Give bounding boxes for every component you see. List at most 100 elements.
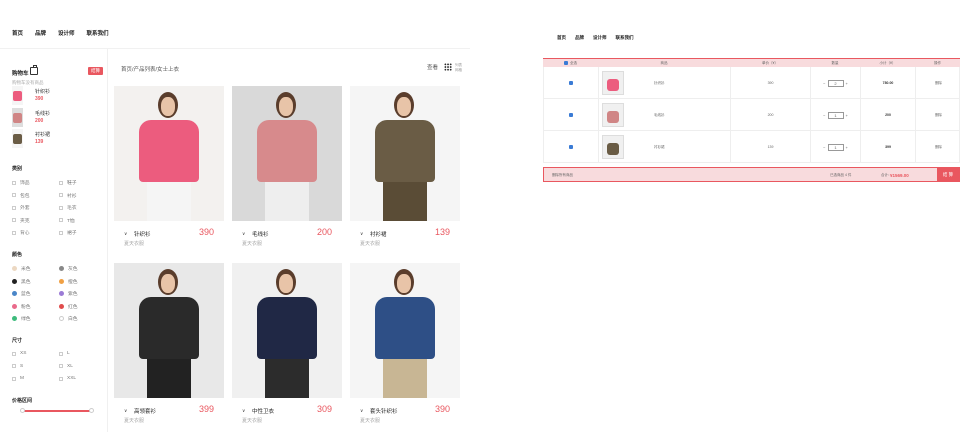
color-option[interactable]: 绿色 (12, 315, 31, 322)
chevron-down-icon[interactable]: ∨ (360, 231, 363, 237)
product-image[interactable] (114, 263, 224, 398)
color-option[interactable]: 粉色 (12, 303, 31, 310)
cart-row-thumb[interactable] (602, 135, 624, 159)
category-option[interactable]: 包包 (12, 192, 30, 199)
decrement-button[interactable]: − (823, 113, 825, 118)
delete-button[interactable]: 删除 (935, 113, 942, 118)
quantity-stepper[interactable]: −2 + (823, 79, 848, 87)
category-option[interactable]: 背心 (12, 229, 30, 236)
color-option[interactable]: 橙色 (59, 278, 78, 285)
product-card[interactable]: ∨ 针织衫 390 夏天衣服 (114, 86, 224, 247)
category-option[interactable]: 外套 (12, 204, 30, 211)
category-option[interactable]: T恤 (59, 217, 75, 224)
product-card[interactable]: ∨ 毛线衫 200 夏天衣服 (232, 86, 342, 247)
checkbox[interactable] (12, 193, 16, 197)
quantity-stepper[interactable]: −1 + (823, 111, 848, 119)
product-card[interactable]: ∨ 高领套衫 399 夏天衣服 (114, 263, 224, 424)
color-option[interactable]: 紫色 (59, 290, 78, 297)
checkout-button[interactable]: 结算 (88, 67, 103, 75)
quantity-input[interactable]: 2 (827, 79, 844, 87)
cart-row-thumb[interactable] (602, 103, 624, 127)
color-option[interactable]: 红色 (59, 303, 78, 310)
cart-item[interactable]: 衬衫裙 139 (12, 129, 84, 149)
nav-designer[interactable]: 设计师 (593, 35, 607, 41)
checkbox[interactable] (12, 230, 16, 235)
color-option[interactable]: 黑色 (12, 278, 31, 285)
size-option[interactable]: S (12, 364, 23, 369)
color-option[interactable]: 灰色 (59, 265, 78, 272)
color-option[interactable]: 白色 (59, 315, 78, 322)
category-option[interactable]: 鞋子 (59, 179, 77, 186)
row-checkbox[interactable] (569, 145, 573, 149)
nav-brand[interactable]: 品牌 (35, 29, 46, 37)
price-slider[interactable] (20, 408, 94, 413)
nav-home[interactable]: 首页 (557, 35, 566, 41)
color-swatch[interactable] (12, 278, 17, 284)
view-option-grid[interactable]: 网格 (455, 68, 462, 73)
category-option[interactable]: 饰品 (12, 179, 30, 186)
color-option[interactable]: 米色 (12, 265, 31, 272)
checkbox[interactable] (59, 205, 63, 210)
quantity-stepper[interactable]: −1 + (823, 143, 848, 151)
quantity-input[interactable]: 1 (827, 111, 844, 119)
category-option[interactable]: 毛衣 (59, 204, 77, 211)
checkbox[interactable] (59, 230, 63, 235)
chevron-down-icon[interactable]: ∨ (124, 408, 127, 414)
nav-home[interactable]: 首页 (12, 29, 23, 37)
nav-brand[interactable]: 品牌 (575, 35, 584, 41)
chevron-down-icon[interactable]: ∨ (360, 408, 363, 414)
size-option[interactable]: L (59, 351, 70, 356)
cart-item[interactable]: 毛线衫 200 (12, 108, 84, 128)
select-all-checkbox[interactable] (564, 61, 568, 65)
size-option[interactable]: M (12, 376, 24, 381)
delete-button[interactable]: 删除 (935, 81, 942, 86)
product-card[interactable]: ∨ 衬衫裙 139 夏天衣服 (350, 86, 460, 247)
increment-button[interactable]: + (846, 81, 848, 86)
decrement-button[interactable]: − (823, 81, 825, 86)
checkbox[interactable] (59, 193, 63, 197)
delete-button[interactable]: 删除 (935, 145, 942, 150)
cart-checkout-button[interactable]: 结 算 (937, 168, 959, 181)
color-swatch[interactable] (12, 266, 17, 271)
color-swatch[interactable] (59, 278, 64, 284)
nav-designer[interactable]: 设计师 (58, 29, 75, 37)
product-card[interactable]: ∨ 套头针织衫 390 夏天衣服 (350, 263, 460, 424)
checkbox[interactable] (12, 205, 16, 210)
increment-button[interactable]: + (846, 145, 848, 150)
product-image[interactable] (114, 86, 224, 221)
color-swatch[interactable] (59, 291, 64, 296)
checkbox[interactable] (59, 351, 63, 356)
color-swatch[interactable] (12, 291, 17, 296)
color-option[interactable]: 蓝色 (12, 290, 31, 297)
checkbox[interactable] (12, 351, 16, 356)
size-option[interactable]: XL (59, 364, 73, 369)
nav-contact[interactable]: 联系我们 (616, 35, 634, 41)
checkbox[interactable] (59, 364, 63, 368)
chevron-down-icon[interactable]: ∨ (124, 231, 127, 237)
checkbox[interactable] (59, 376, 63, 381)
cart-row-thumb[interactable] (602, 71, 624, 95)
color-swatch[interactable] (12, 303, 17, 309)
decrement-button[interactable]: − (823, 145, 825, 150)
chevron-down-icon[interactable]: ∨ (242, 231, 245, 237)
color-swatch[interactable] (12, 316, 17, 321)
checkbox[interactable] (12, 376, 16, 381)
checkbox[interactable] (59, 180, 63, 185)
checkbox[interactable] (59, 218, 63, 222)
delete-all-button[interactable]: 删除所有商品 (552, 173, 573, 178)
product-image[interactable] (350, 86, 460, 221)
product-image[interactable] (232, 263, 342, 398)
row-checkbox[interactable] (569, 113, 573, 117)
price-slider-max-handle[interactable] (89, 408, 94, 413)
product-card[interactable]: ∨ 中性卫衣 309 夏天衣服 (232, 263, 342, 424)
product-image[interactable] (232, 86, 342, 221)
color-swatch[interactable] (59, 316, 64, 321)
nav-contact[interactable]: 联系我们 (87, 29, 109, 37)
checkbox[interactable] (12, 218, 16, 222)
product-image[interactable] (350, 263, 460, 398)
category-option[interactable]: 裙子 (59, 229, 77, 236)
row-checkbox[interactable] (569, 81, 573, 85)
cart-icon[interactable] (30, 65, 38, 75)
checkbox[interactable] (12, 180, 16, 185)
cart-item[interactable]: 针织衫 390 (12, 86, 84, 106)
